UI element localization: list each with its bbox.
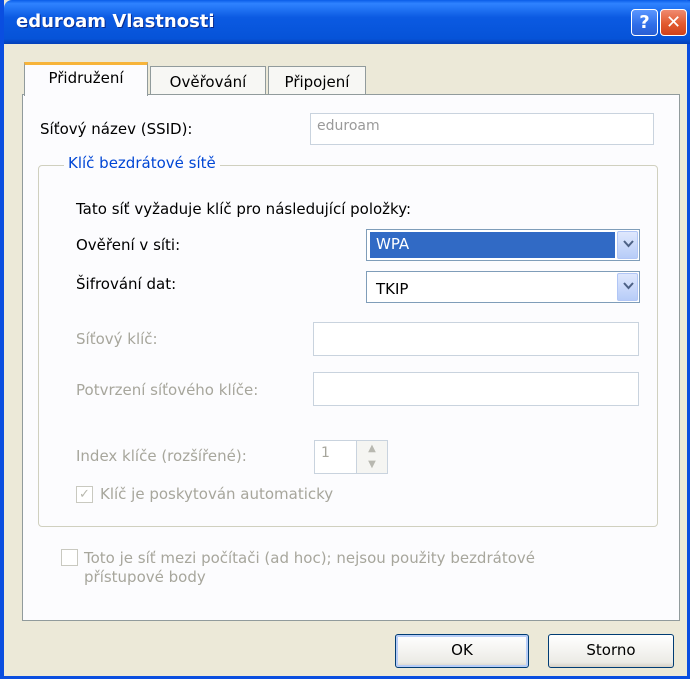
network-key-label: Síťový klíč: — [76, 330, 158, 348]
auth-select[interactable]: WPA — [366, 229, 640, 261]
ssid-input[interactable]: eduroam — [310, 113, 654, 145]
confirm-key-input[interactable] — [313, 372, 639, 406]
chevron-down-icon[interactable] — [617, 273, 638, 301]
ok-label: OK — [451, 641, 473, 659]
cancel-label: Storno — [586, 641, 636, 659]
tab-label: Přidružení — [48, 69, 124, 87]
key-intro-text: Tato síť vyžaduje klíč pro následující p… — [76, 200, 412, 218]
help-icon: ? — [639, 12, 650, 33]
key-index-input[interactable]: 1 — [314, 440, 358, 474]
auto-key-checkbox[interactable]: ✓ — [76, 486, 93, 503]
wireless-key-legend: Klíč bezdrátové sítě — [64, 154, 220, 172]
cancel-button[interactable]: Storno — [548, 634, 674, 668]
adhoc-checkbox[interactable] — [61, 549, 78, 566]
chevron-down-icon[interactable] — [617, 231, 638, 259]
ssid-label: Síťový název (SSID): — [40, 120, 193, 138]
auth-value: WPA — [370, 232, 615, 258]
ssid-value: eduroam — [317, 118, 380, 134]
encryption-select[interactable]: TKIP — [366, 271, 640, 303]
adhoc-label-line1: Toto je síť mezi počítači (ad hoc); nejs… — [84, 549, 535, 567]
spin-up-icon[interactable]: ▲ — [357, 441, 387, 457]
help-button[interactable]: ? — [631, 9, 658, 36]
tab-overovani[interactable]: Ověřování — [150, 66, 266, 94]
network-key-input[interactable] — [313, 322, 639, 356]
tab-label: Ověřování — [169, 73, 247, 91]
tab-pripojeni[interactable]: Připojení — [268, 66, 366, 94]
auth-label: Ověření v síti: — [76, 236, 181, 254]
encryption-value: TKIP — [376, 280, 409, 298]
tab-pridruzeni[interactable]: Přidružení — [24, 62, 148, 96]
tab-label: Připojení — [284, 73, 350, 91]
close-icon: ✕ — [665, 12, 682, 33]
adhoc-label-line2: přístupové body — [84, 568, 206, 586]
key-index-value: 1 — [321, 445, 330, 461]
close-button[interactable]: ✕ — [660, 9, 687, 36]
checkmark-icon: ✓ — [79, 487, 90, 502]
auto-key-label: Klíč je poskytován automaticky — [100, 485, 334, 503]
title-bar[interactable]: eduroam Vlastnosti ? ✕ — [4, 0, 690, 44]
confirm-key-label: Potvrzení síťového klíče: — [76, 381, 259, 399]
ok-button[interactable]: OK — [395, 634, 529, 668]
key-index-label: Index klíče (rozšířené): — [76, 447, 247, 465]
encryption-label: Šifrování dat: — [76, 275, 177, 293]
properties-dialog: eduroam Vlastnosti ? ✕ Přidružení Ověřov… — [0, 0, 690, 679]
key-index-spinner[interactable]: ▲ ▼ — [356, 440, 388, 474]
window-title: eduroam Vlastnosti — [16, 11, 215, 32]
spin-down-icon[interactable]: ▼ — [357, 457, 387, 473]
